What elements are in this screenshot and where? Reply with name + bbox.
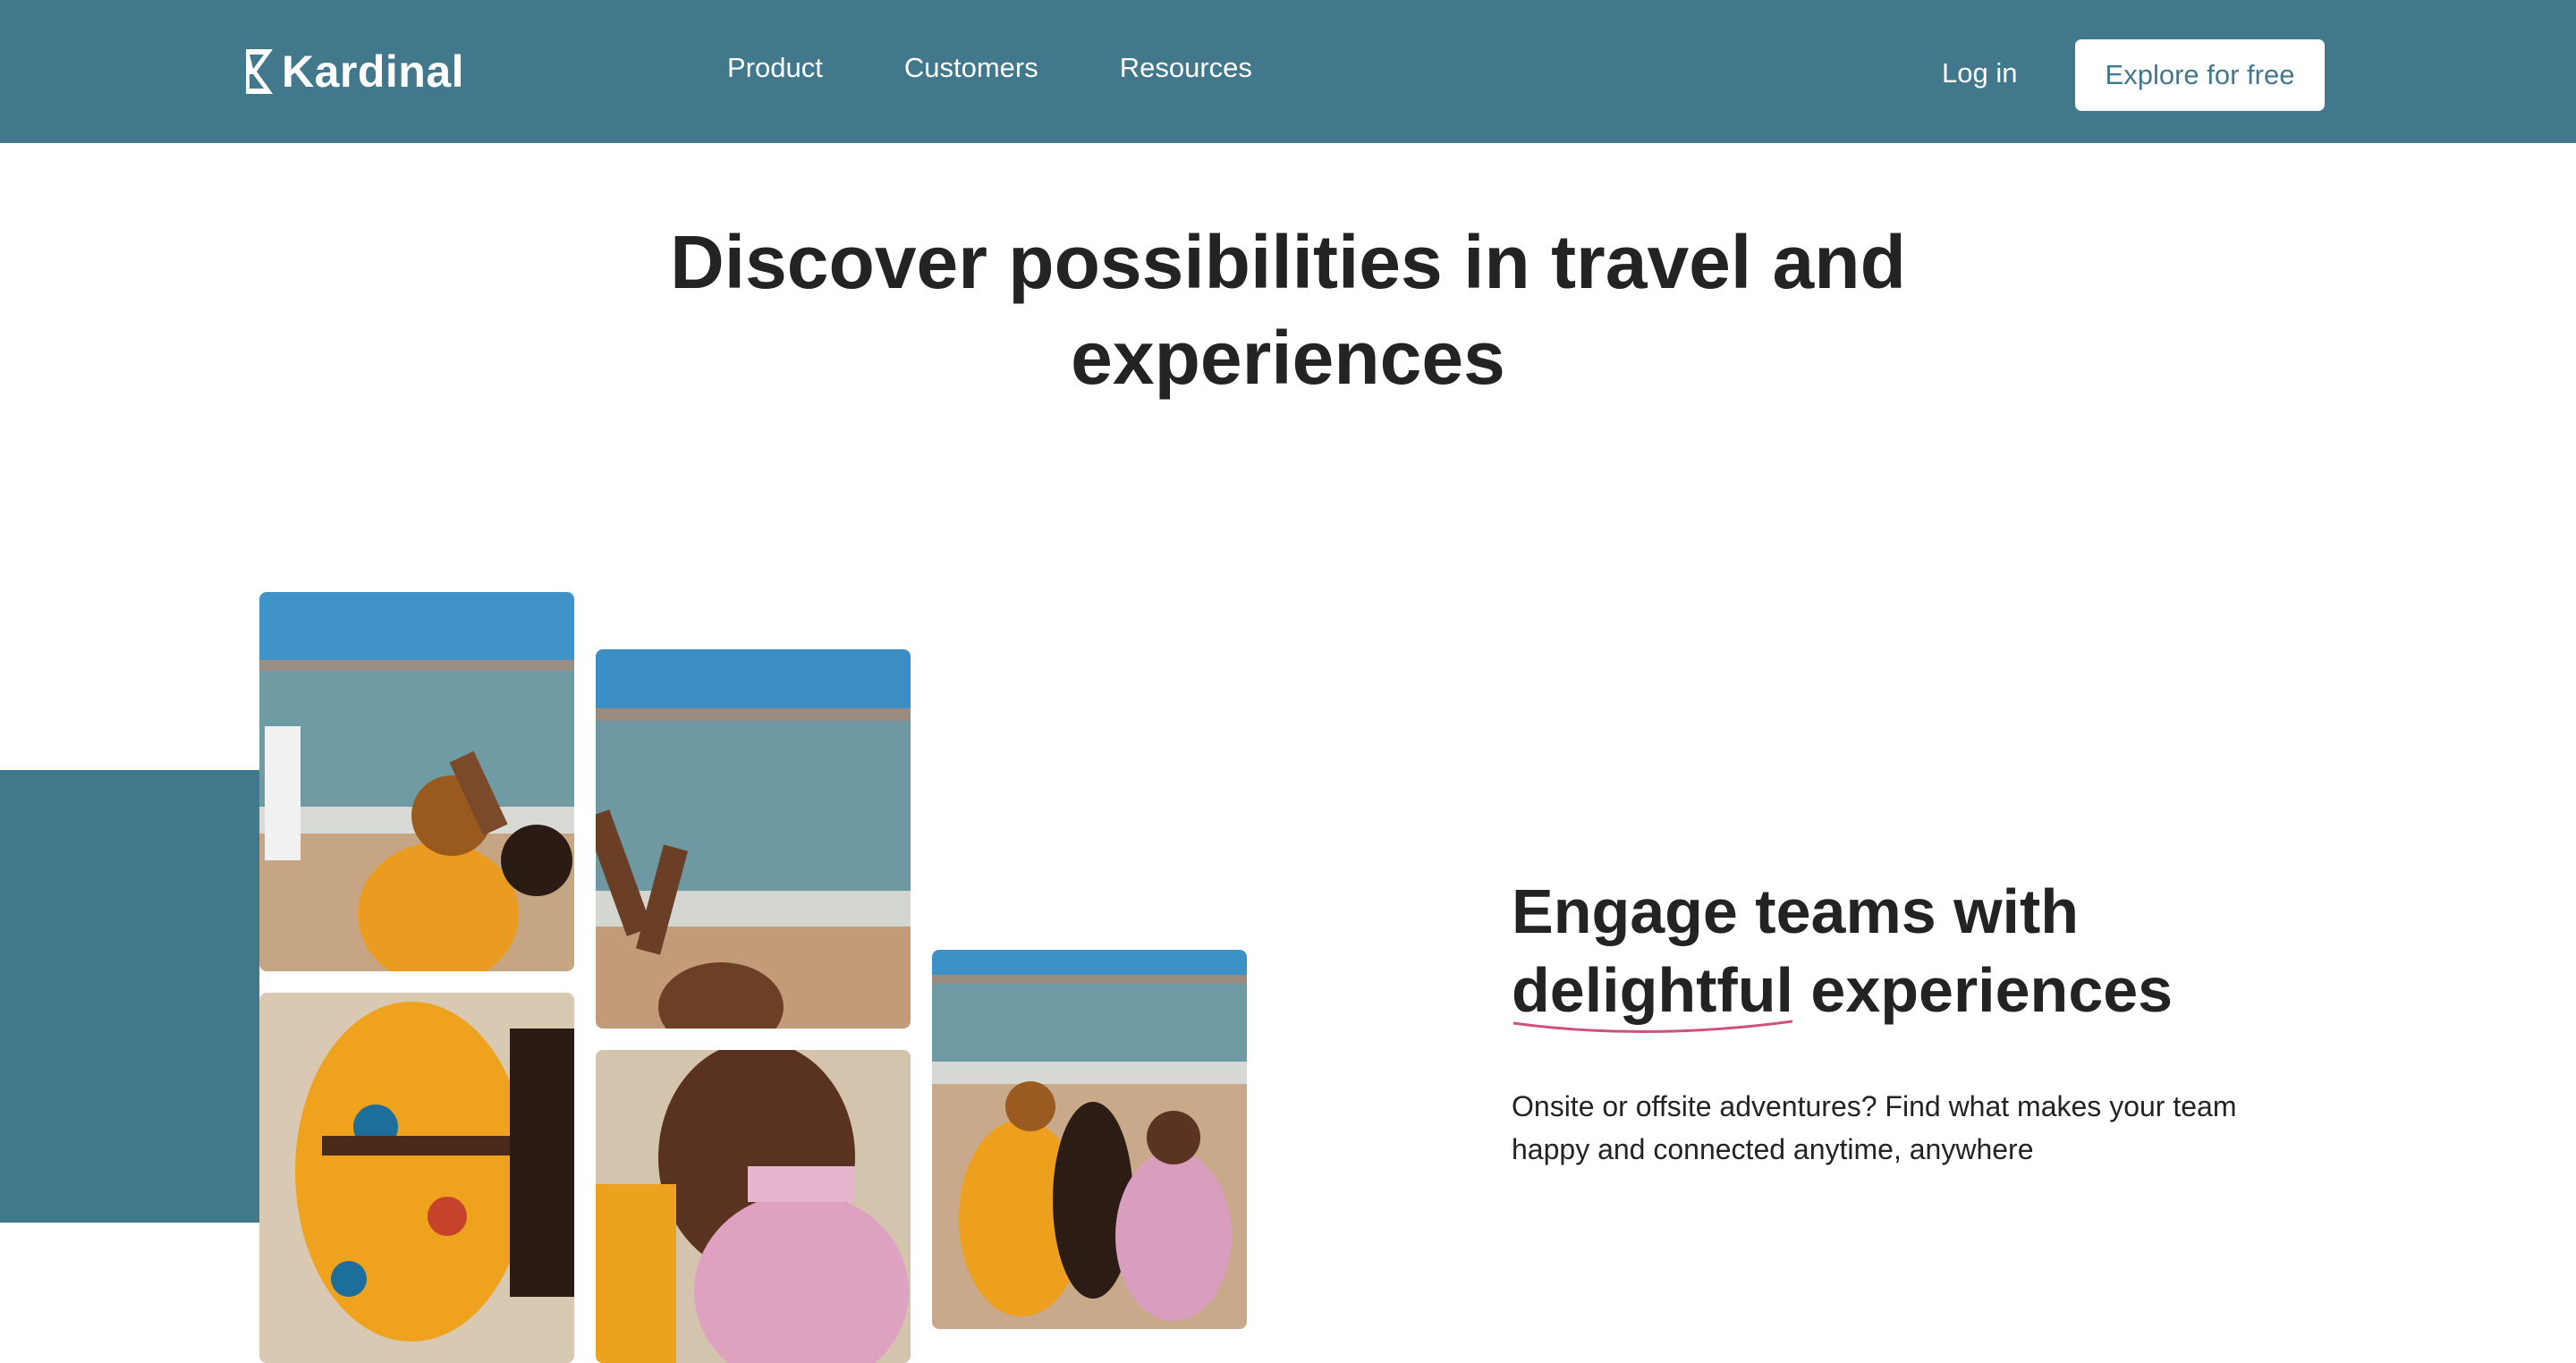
hero-title: Discover possibilities in travel and exp… bbox=[670, 220, 1906, 400]
engage-heading-rest: experiences bbox=[1810, 955, 2174, 1025]
explore-for-free-button[interactable]: Explore for free bbox=[2075, 39, 2325, 111]
nav-resources-link[interactable]: Resources bbox=[1120, 52, 1252, 84]
top-navbar: Kardinal Product Customers Resources Log… bbox=[0, 0, 2576, 143]
highlight-underline bbox=[1513, 1020, 1793, 1033]
beach-photo-top-left bbox=[259, 592, 574, 971]
beach-photo-right bbox=[932, 950, 1247, 1329]
engage-heading-highlight: delightful bbox=[1512, 955, 1793, 1025]
engage-heading-line1: Engage teams with bbox=[1512, 876, 2080, 946]
nav-product-link[interactable]: Product bbox=[727, 52, 823, 84]
nav-customers-link[interactable]: Customers bbox=[904, 52, 1038, 84]
kardinal-logo-icon bbox=[246, 49, 273, 94]
engage-teams-description: Onsite or offsite adventures? Find what … bbox=[1512, 1090, 2237, 1165]
beach-photo-top-middle bbox=[596, 649, 911, 1029]
main-nav: Product Customers Resources bbox=[727, 52, 1252, 84]
beach-photo-bottom-middle bbox=[596, 1050, 911, 1363]
beach-photo-bottom-left bbox=[259, 993, 574, 1363]
engage-teams-heading: Engage teams with delightful experiences bbox=[1512, 872, 2317, 1029]
brand-name: Kardinal bbox=[282, 47, 465, 97]
login-link[interactable]: Log in bbox=[1942, 57, 2017, 89]
kardinal-logo[interactable]: Kardinal bbox=[246, 47, 464, 97]
decorative-teal-block bbox=[0, 770, 259, 1223]
